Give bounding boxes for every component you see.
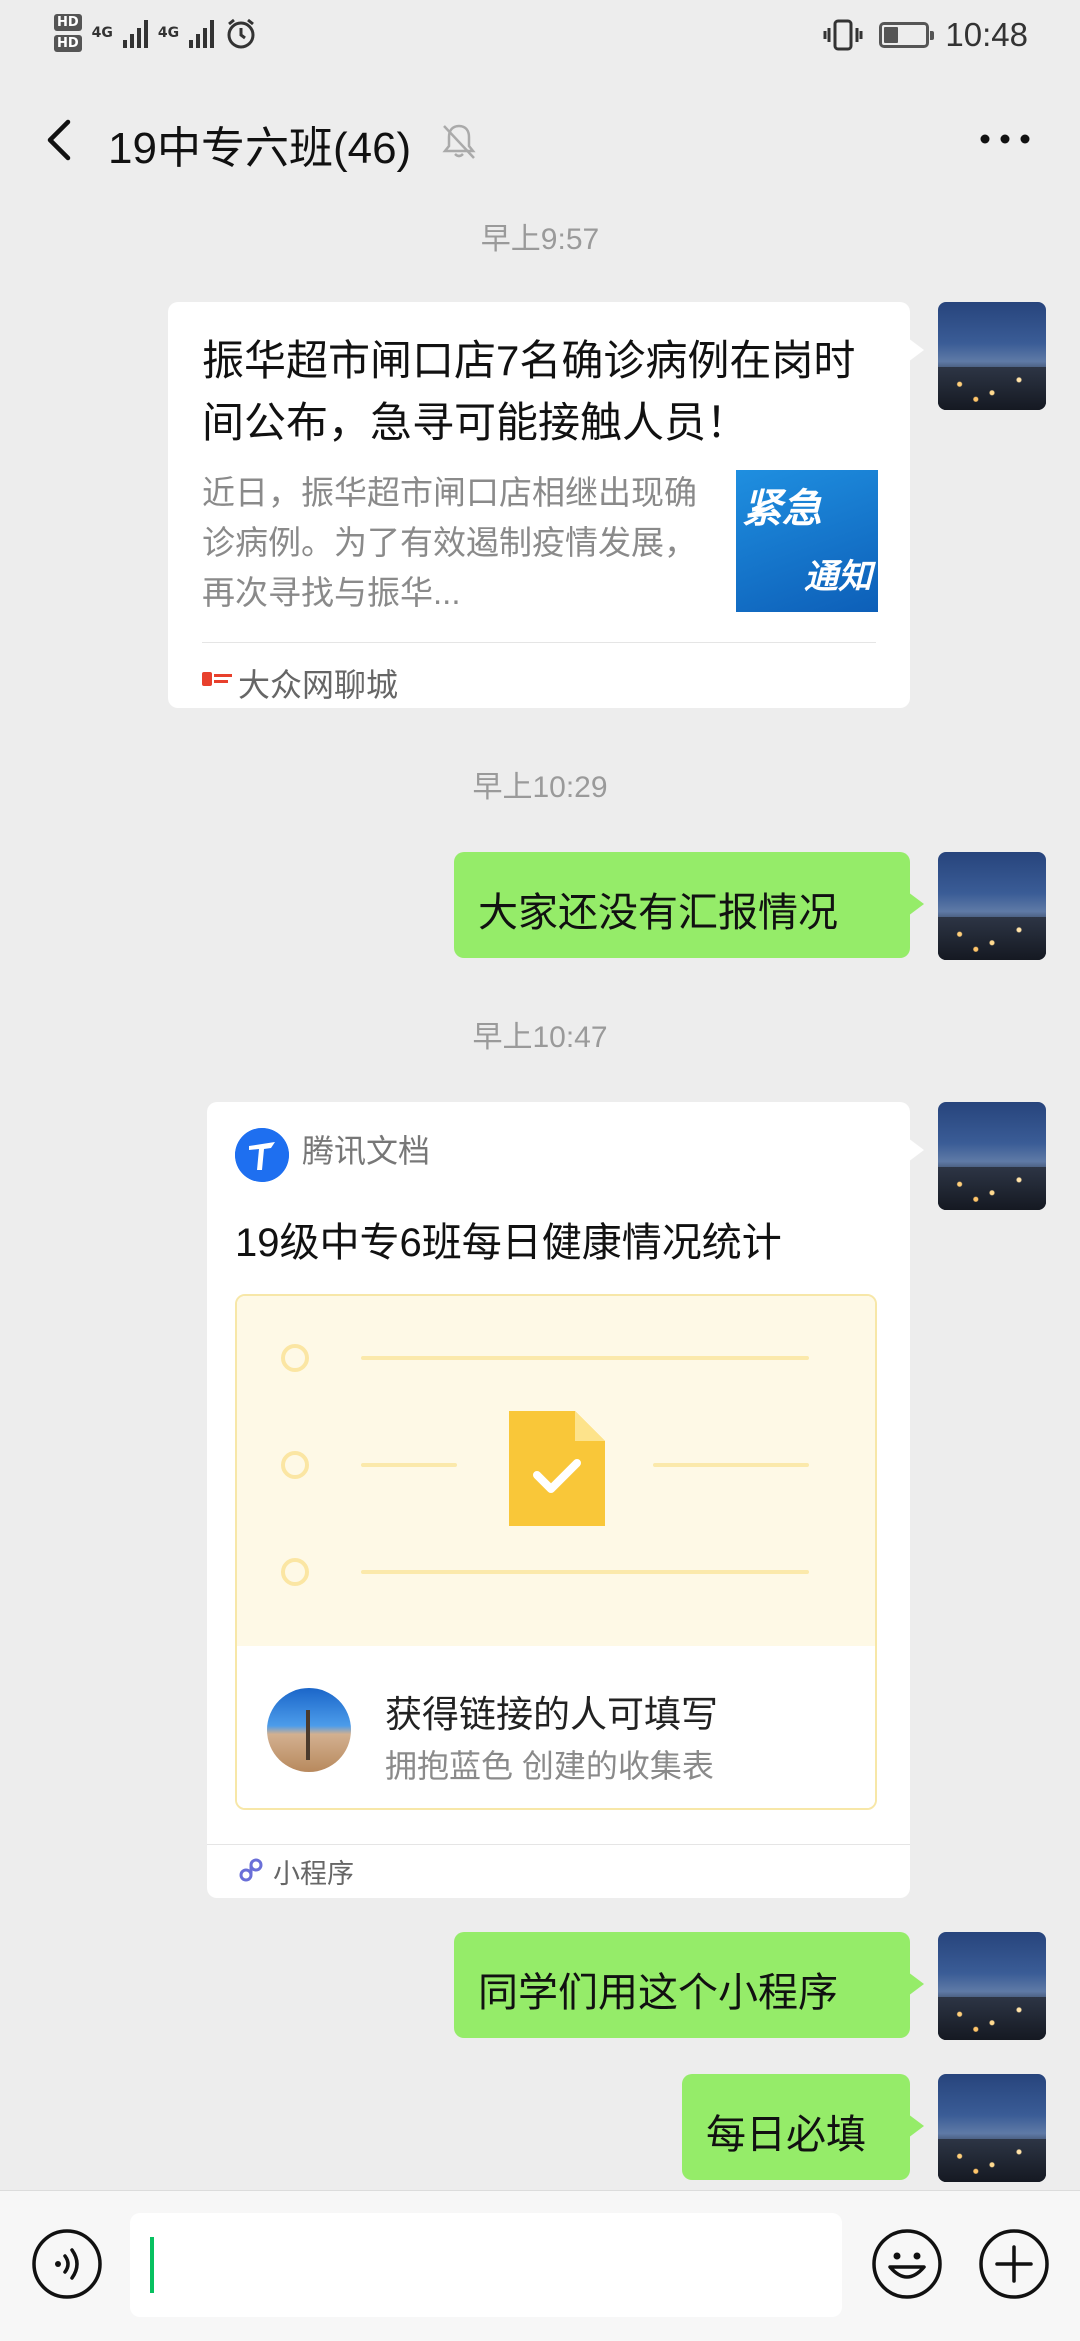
miniprogram-title: 19级中专6班每日健康情况统计	[235, 1221, 782, 1265]
alarm-icon	[227, 18, 255, 49]
text-caret	[150, 2237, 154, 2293]
avatar[interactable]	[938, 1102, 1046, 1210]
message-bubble[interactable]: 大家还没有汇报情况	[454, 852, 924, 958]
form-info: 获得链接的人可填写 拥抱蓝色 创建的收集表	[237, 1646, 875, 1808]
network-label: 4G	[91, 25, 113, 41]
timestamp: 早上10:29	[472, 771, 608, 804]
miniprogram-card[interactable]: 腾讯文档 19级中专6班每日健康情况统计 获得链接的人可填写 拥抱蓝色 创建的收…	[207, 1102, 924, 1898]
timestamp: 早上9:57	[480, 223, 600, 256]
message-text: 每日必填	[706, 2113, 866, 2157]
article-title: 振华超市闸口店7名确诊病例在岗时间公布，急寻可能接触人员！	[202, 337, 856, 446]
message-input[interactable]	[130, 2213, 842, 2317]
network-type: 4G	[158, 26, 179, 40]
creator-avatar	[267, 1688, 351, 1772]
chat-title: 19中专六班(46)	[108, 124, 412, 173]
form-access-text: 获得链接的人可填写	[385, 1694, 718, 1735]
vibrate-icon	[823, 19, 863, 51]
thumbnail-text: 紧急	[742, 486, 822, 531]
chat-header: 19中专六班(46)	[0, 76, 1080, 204]
list-line	[361, 1570, 809, 1574]
avatar[interactable]	[938, 302, 1046, 410]
avatar[interactable]	[938, 852, 1046, 960]
list-line	[361, 1356, 809, 1360]
tencent-docs-logo-icon	[235, 1128, 289, 1182]
article-card[interactable]: 振华超市闸口店7名确诊病例在岗时间公布，急寻可能接触人员！ 近日，振华超市闸口店…	[168, 302, 924, 708]
timestamp: 早上10:47	[472, 1021, 608, 1054]
message-text: 同学们用这个小程序	[478, 1971, 838, 2015]
battery-icon	[879, 22, 935, 48]
miniprogram-preview: 获得链接的人可填写 拥抱蓝色 创建的收集表	[235, 1294, 877, 1810]
form-illustration	[237, 1296, 875, 1646]
thumbnail-text: 通知	[804, 559, 872, 596]
network-label: 4G	[157, 25, 180, 41]
message-bubble[interactable]: 同学们用这个小程序	[454, 1932, 924, 2038]
more-options-button[interactable]	[970, 114, 1040, 164]
status-bar: HD HD 4G 4G 10:48	[0, 0, 1080, 76]
list-bullet	[281, 1451, 309, 1479]
article-source: 大众网聊城	[238, 667, 399, 703]
signal-icon	[189, 18, 215, 48]
voice-input-button[interactable]	[30, 2227, 104, 2301]
message-text: 大家还没有汇报情况	[478, 891, 838, 935]
article-description: 近日，振华超市闸口店相继出现确诊病例。为了有效遏制疫情发展，再次寻找与振华...	[202, 474, 697, 611]
avatar[interactable]	[938, 2074, 1046, 2182]
miniprogram-label: 小程序	[273, 1859, 354, 1889]
document-check-icon	[509, 1411, 605, 1526]
divider	[202, 642, 876, 643]
miniprogram-app-name: 腾讯文档	[302, 1133, 431, 1169]
list-line	[361, 1463, 457, 1467]
back-button[interactable]	[30, 110, 90, 170]
list-line	[653, 1463, 809, 1467]
hd-badge: HD	[54, 35, 82, 52]
status-left: HD HD 4G 4G	[54, 14, 258, 52]
list-bullet	[281, 1558, 309, 1586]
network-type: 4G	[92, 26, 113, 40]
miniprogram-icon	[239, 1858, 263, 1882]
signal-icon	[122, 18, 148, 48]
message-bubble[interactable]: 每日必填	[682, 2074, 924, 2180]
source-logo-icon	[202, 672, 232, 686]
avatar[interactable]	[938, 1932, 1046, 2040]
more-functions-button[interactable]	[977, 2227, 1051, 2301]
article-thumbnail: 紧急 通知	[736, 470, 878, 612]
form-creator-text: 拥抱蓝色 创建的收集表	[385, 1748, 714, 1784]
mute-bell-icon	[442, 124, 476, 159]
hd-badges: HD HD	[54, 14, 82, 52]
emoji-button[interactable]	[870, 2227, 944, 2301]
status-right: 10:48	[823, 16, 1028, 54]
input-bar	[0, 2190, 1080, 2341]
clock: 10:48	[945, 16, 1028, 53]
list-bullet	[281, 1344, 309, 1372]
hd-badge: HD	[54, 14, 82, 31]
divider	[207, 1844, 910, 1845]
